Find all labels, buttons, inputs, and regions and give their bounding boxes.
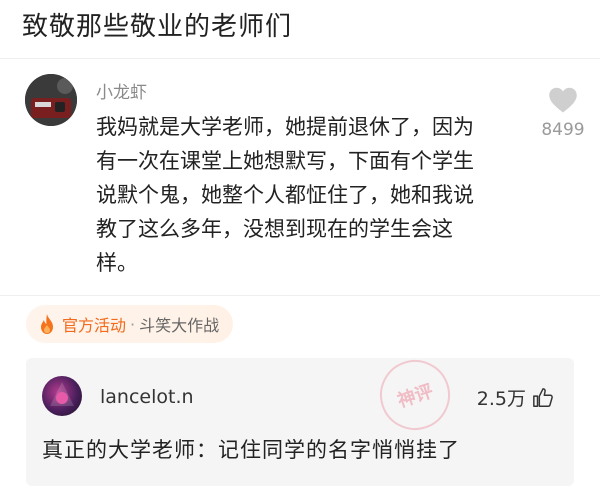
- reply-avatar[interactable]: [42, 376, 82, 416]
- heart-icon: [549, 87, 577, 113]
- activity-separator: ·: [130, 314, 136, 334]
- divider: [0, 58, 600, 59]
- avatar-image: [50, 382, 74, 406]
- activity-tag[interactable]: 官方活动 · 斗笑大作战: [26, 305, 234, 343]
- post-username[interactable]: 小龙虾: [96, 78, 147, 103]
- avatar-image: [25, 74, 77, 126]
- reply-username[interactable]: lancelot.n: [100, 386, 194, 408]
- divider: [0, 295, 600, 296]
- top-reply-card[interactable]: lancelot.n 2.5万 真正的大学老师：记住同学的名字悄悄挂了: [26, 358, 574, 486]
- reply-content: 真正的大学老师：记住同学的名字悄悄挂了: [42, 438, 460, 462]
- flame-icon: [41, 314, 53, 334]
- avatar[interactable]: [25, 74, 77, 126]
- activity-event: 斗笑大作战: [139, 316, 220, 335]
- thumbs-up-icon: [533, 387, 553, 407]
- page-title: 致敬那些敬业的老师们: [22, 12, 293, 42]
- activity-label: 官方活动: [62, 316, 127, 335]
- reply-like-count: 2.5万: [476, 388, 526, 410]
- post-content: 我妈就是大学老师，她提前退休了，因为 有一次在课堂上她想默写，下面有个学生 说默…: [96, 115, 474, 275]
- post-like-button[interactable]: 8499: [538, 86, 588, 140]
- reply-like-button[interactable]: 2.5万: [477, 384, 554, 411]
- post-like-count: 8499: [541, 120, 585, 140]
